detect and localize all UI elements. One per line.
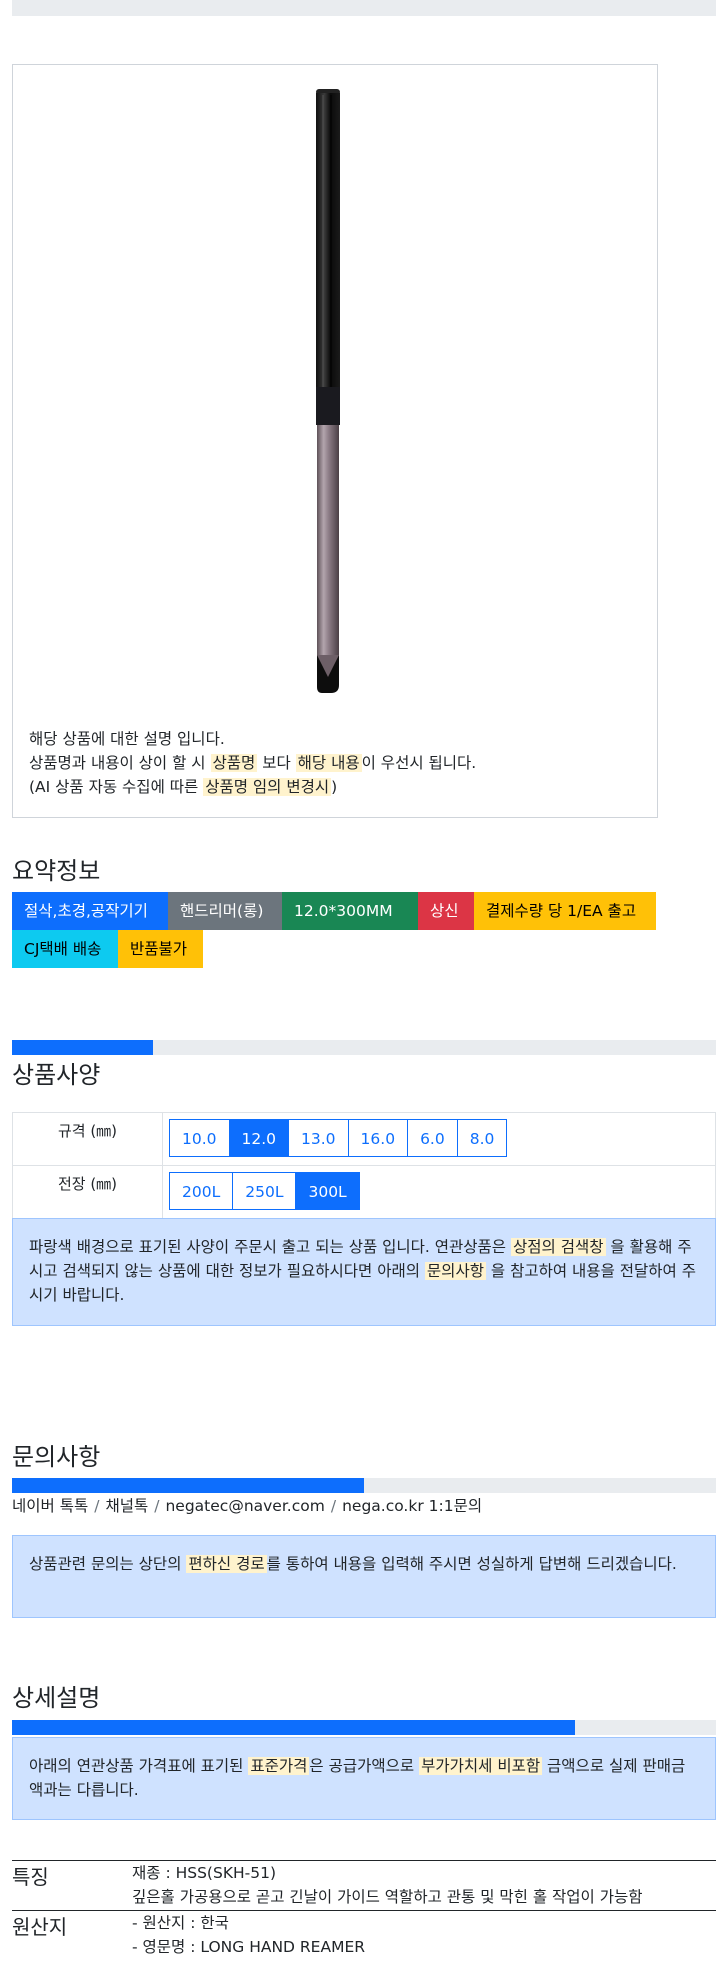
length-option[interactable]: 300L <box>295 1172 360 1210</box>
badge-no-return: 반품불가 <box>118 930 203 968</box>
feature-value: - 영문명 : LONG HAND REAMER <box>132 1938 366 1956</box>
text: 상품관련 문의는 상단의 <box>29 1555 187 1573</box>
feature-value: - 원산지 : 한국 <box>132 1914 229 1932</box>
badge-brand: 상신 <box>418 892 474 930</box>
length-option[interactable]: 250L <box>232 1172 297 1210</box>
hand-reamer-image <box>316 89 340 693</box>
spec-title: 상품사양 <box>12 1061 101 1089</box>
detail-progress-fill <box>12 1720 576 1735</box>
inquiry-title: 문의사항 <box>12 1443 101 1471</box>
contact-naver-talk[interactable]: 네이버 톡톡 <box>12 1497 88 1515</box>
spec-table: 규격 (㎜) 10.0 12.0 13.0 16.0 6.0 8.0 전장 (㎜… <box>12 1112 716 1219</box>
text: 보다 <box>257 754 296 772</box>
separator: / <box>330 1497 337 1515</box>
highlight-name-change: 상품명 임의 변경시 <box>203 778 332 796</box>
badge-courier: CJ택배 배송 <box>12 930 118 968</box>
highlight-standard-price: 표준가격 <box>248 1757 310 1775</box>
inquiry-notice: 상품관련 문의는 상단의 편하신 경로 를 통하여 내용을 입력해 주시면 성실하… <box>12 1535 716 1618</box>
spec-label-size: 규격 (㎜) <box>13 1113 163 1165</box>
feature-key: 특징 <box>12 1865 49 1889</box>
text: 상품명과 내용이 상이 할 시 <box>29 754 211 772</box>
highlight-channels: 편하신 경로 <box>186 1555 267 1573</box>
spec-progress-fill <box>12 1040 153 1055</box>
detail-title: 상세설명 <box>12 1684 101 1712</box>
product-description: 해당 상품에 대한 설명 입니다. 상품명과 내용이 상이 할 시 상품명 보다… <box>29 727 476 799</box>
spec-progress-bar <box>12 1040 716 1055</box>
highlight-content: 해당 내용 <box>295 754 362 772</box>
badge-size: 12.0*300MM <box>282 892 418 930</box>
top-divider-bar <box>12 0 716 16</box>
text: 은 공급가액으로 <box>309 1757 420 1775</box>
size-option[interactable]: 16.0 <box>347 1119 409 1157</box>
size-option[interactable]: 13.0 <box>288 1119 349 1157</box>
contact-site-inquiry[interactable]: nega.co.kr 1:1문의 <box>342 1497 482 1515</box>
contact-channel-talk[interactable]: 채널톡 <box>105 1497 148 1515</box>
summary-title: 요약정보 <box>12 857 101 885</box>
spec-label-length: 전장 (㎜) <box>13 1166 163 1218</box>
product-image-panel: 해당 상품에 대한 설명 입니다. 상품명과 내용이 상이 할 시 상품명 보다… <box>12 64 658 818</box>
highlight-product-name: 상품명 <box>210 754 258 772</box>
separator: / <box>154 1497 160 1515</box>
feature-value: 깊은홀 가공용으로 곧고 긴날이 가이드 역할하고 관통 및 막힌 홀 작업이 … <box>132 1888 643 1906</box>
spec-notice: 파랑색 배경으로 표기된 사양이 주문시 출고 되는 상품 입니다. 연관상품은… <box>12 1218 716 1326</box>
text: 를 통하여 내용을 입력해 주시면 성실하게 답변해 드리겠습니다. <box>266 1555 677 1573</box>
text: ) <box>331 778 338 796</box>
size-option[interactable]: 10.0 <box>169 1119 230 1157</box>
size-option-group: 10.0 12.0 13.0 16.0 6.0 8.0 <box>169 1119 508 1157</box>
feature-key: 원산지 <box>12 1915 68 1939</box>
highlight-search: 상점의 검색창 <box>511 1238 606 1256</box>
badge-product-type: 핸드리머(롱) <box>168 892 282 930</box>
text: 파랑색 배경으로 표기된 사양이 주문시 출고 되는 상품 입니다. 연관상품은 <box>29 1238 511 1256</box>
length-option-group: 200L 250L 300L <box>169 1172 360 1210</box>
text: (AI 상품 자동 수집에 따른 <box>29 778 204 796</box>
text: 이 우선시 됩니다. <box>361 754 477 772</box>
badge-category: 절삭,초경,공작기기 <box>12 892 168 930</box>
contact-email[interactable]: negatec@naver.com <box>165 1497 324 1515</box>
spec-row-size: 규격 (㎜) 10.0 12.0 13.0 16.0 6.0 8.0 <box>13 1113 715 1166</box>
contact-channels: 네이버 톡톡 / 채널톡 / negatec@naver.com / nega.co.kr … <box>12 1494 482 1516</box>
description-line-1: 해당 상품에 대한 설명 입니다. <box>29 730 225 748</box>
description-line-2: 상품명과 내용이 상이 할 시 상품명 보다 해당 내용 이 우선시 됩니다. <box>29 751 476 775</box>
length-option[interactable]: 200L <box>169 1172 234 1210</box>
highlight-inquiry: 문의사항 <box>424 1262 486 1280</box>
feature-values: - 원산지 : 한국 - 영문명 : LONG HAND REAMER <box>132 1911 365 1959</box>
inquiry-progress-bar <box>12 1478 716 1493</box>
size-option[interactable]: 8.0 <box>456 1119 508 1157</box>
size-option[interactable]: 6.0 <box>407 1119 458 1157</box>
feature-row-origin: 원산지 - 원산지 : 한국 - 영문명 : LONG HAND REAMER <box>12 1910 716 1961</box>
detail-progress-bar <box>12 1720 716 1735</box>
spec-row-length: 전장 (㎜) 200L 250L 300L <box>13 1166 715 1218</box>
highlight-vat: 부가가치세 비포함 <box>419 1757 543 1775</box>
feature-values: 재종 : HSS(SKH-51) 깊은홀 가공용으로 곧고 긴날이 가이드 역할… <box>132 1861 643 1909</box>
badge-shipping-quantity: 결제수량 당 1/EA 출고 <box>474 892 656 930</box>
size-option[interactable]: 12.0 <box>228 1119 290 1157</box>
feature-value: 재종 : HSS(SKH-51) <box>132 1864 276 1882</box>
text: 아래의 연관상품 가격표에 표기된 <box>29 1757 249 1775</box>
inquiry-progress-fill <box>12 1478 364 1493</box>
feature-row-characteristics: 특징 재종 : HSS(SKH-51) 깊은홀 가공용으로 곧고 긴날이 가이드… <box>12 1860 716 1911</box>
detail-notice: 아래의 연관상품 가격표에 표기된 표준가격 은 공급가액으로 부가가치세 비포함… <box>12 1737 716 1820</box>
separator: / <box>94 1497 100 1515</box>
description-line-3: (AI 상품 자동 수집에 따른 상품명 임의 변경시) <box>29 775 476 799</box>
